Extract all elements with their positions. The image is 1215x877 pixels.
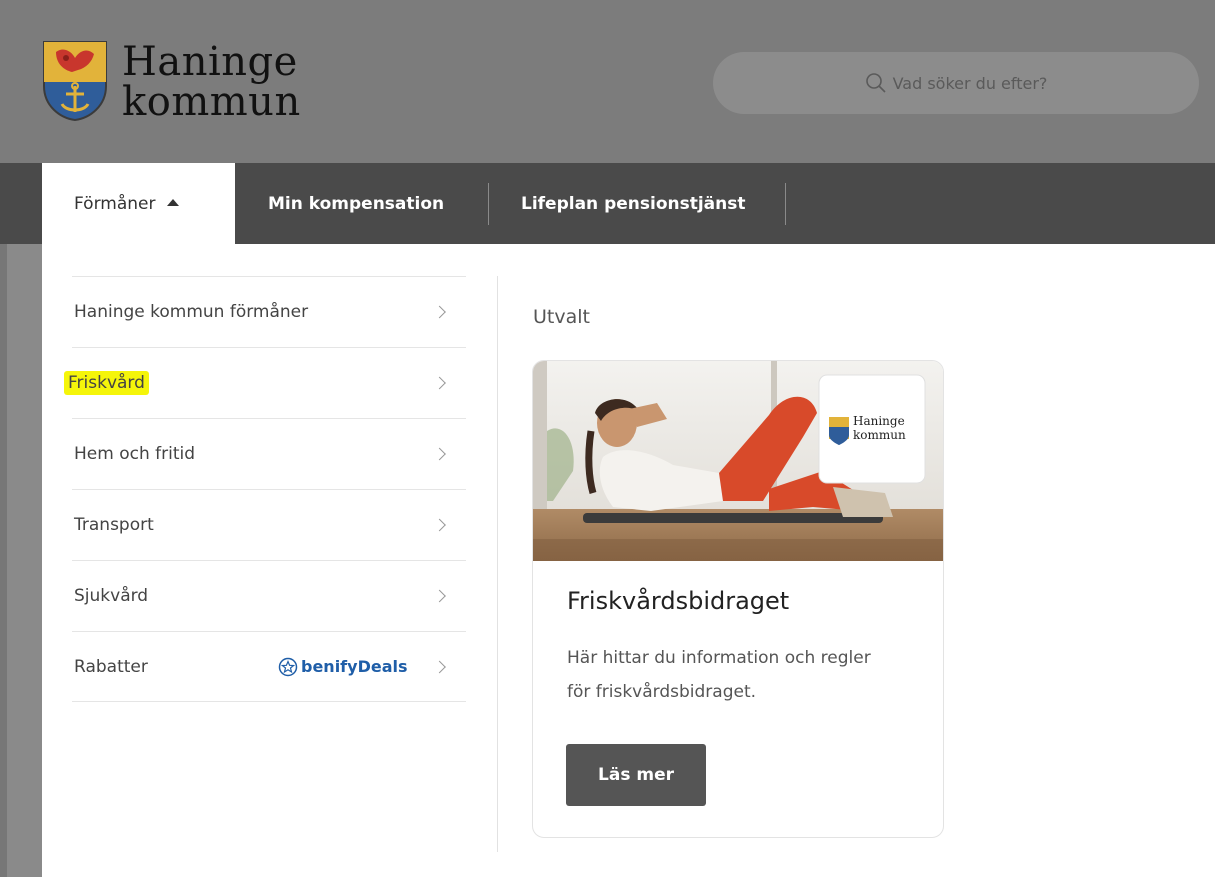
nav-tab-min-kompensation[interactable]: Min kompensation <box>268 163 444 244</box>
menu-item-sjukvard[interactable]: Sjukvård <box>72 560 466 631</box>
chevron-right-icon <box>433 447 446 461</box>
read-more-button[interactable]: Läs mer <box>566 744 706 806</box>
featured-card[interactable]: Haninge kommun Friskvårdsbidraget Här hi… <box>532 360 944 838</box>
menu-item-label: Haninge kommun förmåner <box>74 302 309 322</box>
caret-up-icon <box>167 199 180 206</box>
nav-tab-label: Förmåner <box>74 193 156 214</box>
card-image-logo-line1: Haninge <box>853 414 905 428</box>
highlighted-text: Friskvård <box>64 371 149 395</box>
chevron-right-icon <box>433 518 446 532</box>
nav-tab-label: Lifeplan pensionstjänst <box>521 193 746 214</box>
menu-item-hem-och-fritid[interactable]: Hem och fritid <box>72 418 466 489</box>
logo-line1: Haninge <box>122 39 298 85</box>
nav-tab-label: Min kompensation <box>268 193 445 214</box>
nav-separator <box>785 183 786 225</box>
benify-deals-text: benifyDeals <box>301 657 408 676</box>
card-image-logo-line2: kommun <box>853 428 906 442</box>
chevron-right-icon <box>433 376 446 390</box>
nav-tab-formaner[interactable]: Förmåner <box>42 163 235 244</box>
menu-item-rabatter[interactable]: Rabatter benifyDeals <box>72 631 466 702</box>
search-placeholder: Vad söker du efter? <box>892 73 1048 93</box>
menu-item-friskvard[interactable]: Friskvård <box>64 347 466 418</box>
logo-line2: kommun <box>122 79 301 125</box>
card-image: Haninge kommun <box>533 361 943 561</box>
card-description: Här hittar du information och regler för… <box>567 648 871 702</box>
chevron-right-icon <box>433 305 446 319</box>
featured-heading: Utvalt <box>533 306 590 328</box>
site-logo[interactable]: Haninge kommun <box>42 40 301 122</box>
menu-item-haninge-formaner[interactable]: Haninge kommun förmåner <box>72 276 466 347</box>
benify-deals-badge: benifyDeals <box>278 657 408 677</box>
menu-item-label: Friskvård <box>64 371 149 395</box>
menu-item-label: Transport <box>74 515 154 535</box>
page-edge-dark <box>0 244 7 877</box>
menu-item-label: Rabatter <box>74 656 148 677</box>
chevron-right-icon <box>433 589 446 603</box>
nav-tab-lifeplan[interactable]: Lifeplan pensionstjänst <box>521 163 746 244</box>
benify-star-icon <box>278 657 298 676</box>
search-icon <box>865 73 886 93</box>
nav-separator <box>488 183 489 225</box>
category-menu: Haninge kommun förmåner Friskvård Hem oc… <box>64 276 466 702</box>
menu-item-transport[interactable]: Transport <box>72 489 466 560</box>
card-title: Friskvårdsbidraget <box>567 587 790 615</box>
search-input[interactable]: Vad söker du efter? <box>713 52 1199 114</box>
site-header: Haninge kommun Vad söker du efter? <box>0 0 1215 163</box>
menu-item-label: Hem och fritid <box>74 444 196 464</box>
coat-of-arms-icon <box>43 41 107 122</box>
menu-item-label: Sjukvård <box>74 586 149 606</box>
chevron-right-icon <box>433 660 446 673</box>
logo-wordmark: Haninge kommun <box>122 42 301 122</box>
panel-divider <box>497 276 498 852</box>
